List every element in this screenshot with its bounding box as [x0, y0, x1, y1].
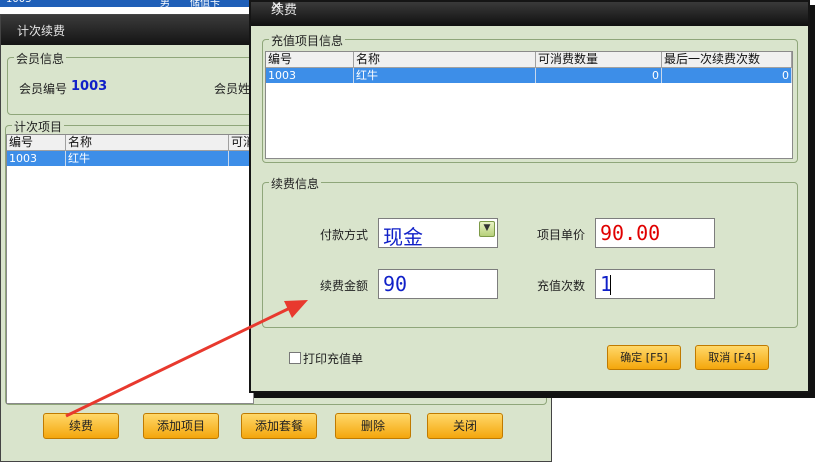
annotation-arrow: [65, 300, 308, 418]
arrow-shaft: [65, 306, 291, 418]
